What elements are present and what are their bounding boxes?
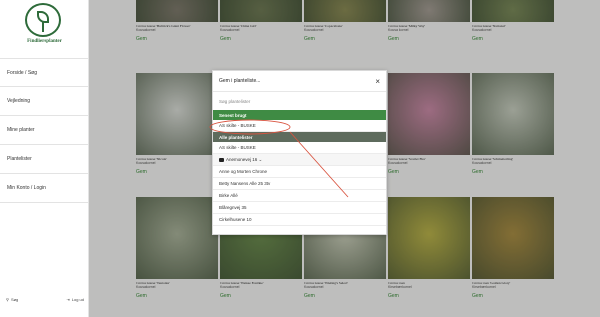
highlight-ellipse [209, 119, 291, 135]
annotation-overlay [209, 119, 349, 198]
annotation-arrow [289, 131, 349, 198]
